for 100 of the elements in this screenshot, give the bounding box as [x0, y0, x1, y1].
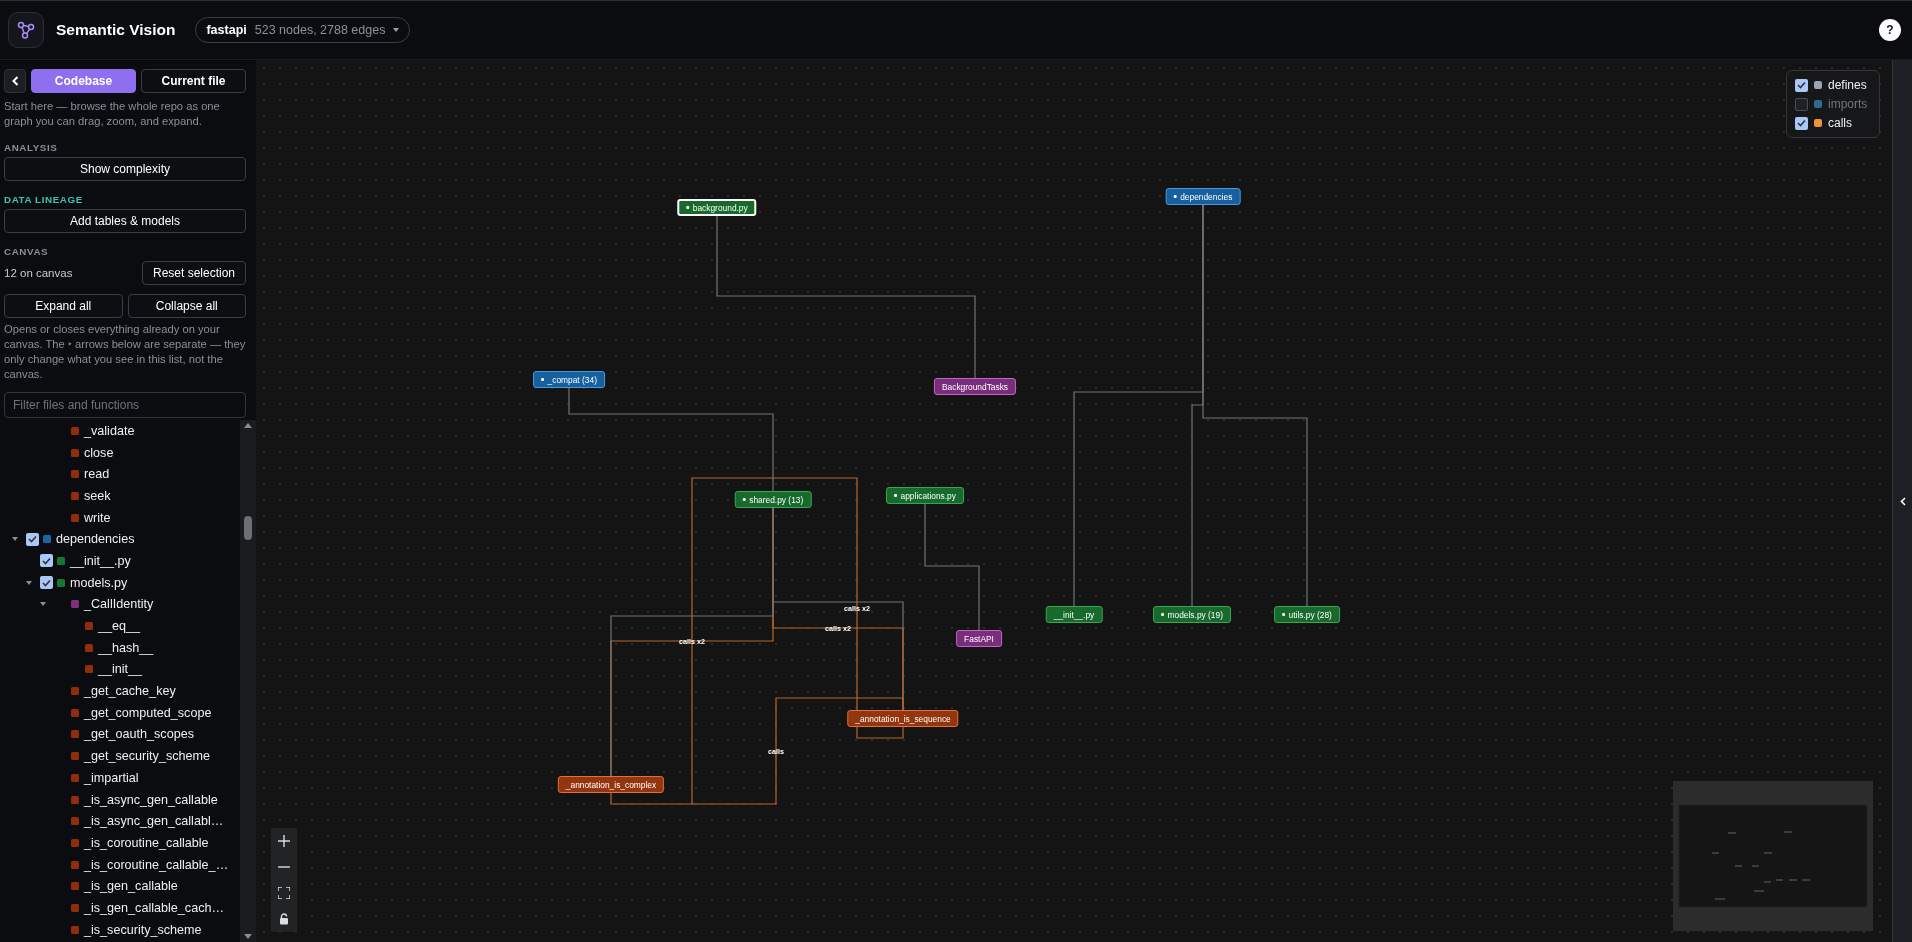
tree-item[interactable]: _is_async_gen_callabl… [84, 814, 224, 829]
tree-item[interactable]: _is_gen_callable [84, 879, 178, 894]
kind-icon [57, 556, 65, 565]
tree-item[interactable]: _is_async_gen_callable [84, 792, 218, 807]
tree-item[interactable]: read [84, 467, 110, 482]
tree-item[interactable]: close [84, 445, 114, 460]
kind-icon [71, 903, 79, 912]
tree-item[interactable]: _CallIdentity [84, 597, 154, 612]
caret-icon[interactable] [26, 579, 32, 586]
kind-icon [71, 600, 79, 609]
intro-text: Start here — browse the whole repo as one graph you can drag, zoom, and expand. [4, 99, 221, 129]
checkbox[interactable] [40, 576, 53, 590]
chevron-left-icon [11, 76, 19, 86]
lock-button[interactable] [271, 906, 297, 932]
tree-item[interactable]: _is_coroutine_callable_… [84, 857, 229, 872]
checkbox[interactable] [1795, 78, 1808, 92]
tree-item[interactable]: _is_security_scheme [84, 922, 202, 937]
tree-item[interactable]: _is_coroutine_callable [84, 835, 209, 850]
tree-item[interactable]: dependencies [56, 532, 135, 547]
tree-item[interactable]: models.py [70, 575, 128, 590]
help-button[interactable]: ? [1879, 19, 1901, 41]
collapse-all-button[interactable]: Collapse all [127, 294, 246, 318]
kind-icon [85, 665, 93, 674]
app-title: Semantic Vision [56, 21, 176, 39]
legend-label: imports [1828, 97, 1868, 111]
tree-item[interactable]: __hash__ [98, 640, 154, 655]
collapse-sidebar-button[interactable] [4, 69, 26, 93]
graph-icon [17, 21, 35, 39]
kind-icon [71, 925, 79, 934]
view-tab[interactable]: Codebase [31, 69, 136, 93]
section-heading: CANVAS [4, 246, 50, 257]
kind-icon [71, 730, 79, 739]
kind-icon [85, 643, 93, 652]
kind-icon [71, 687, 79, 696]
tree-item[interactable]: _get_oauth_scopes [84, 727, 194, 742]
legend-label: defines [1828, 78, 1867, 92]
kind-icon [71, 752, 79, 761]
kind-icon [71, 708, 79, 717]
tree-item[interactable]: _get_cache_key [84, 684, 176, 699]
view-tab[interactable]: Current file [141, 69, 246, 93]
expand-panel-button[interactable] [1899, 496, 1906, 506]
kind-icon [71, 491, 79, 500]
reset-selection-button[interactable]: Reset selection [142, 261, 246, 285]
checkbox[interactable] [1795, 116, 1808, 130]
checkbox[interactable] [40, 554, 53, 568]
plus-icon [278, 835, 290, 847]
tree-item[interactable]: __eq__ [98, 619, 141, 634]
graph-node[interactable]: shared.py (13) [734, 491, 812, 508]
scrollbar-thumb[interactable] [244, 516, 252, 540]
graph-node[interactable]: BackgroundTasks [933, 378, 1017, 395]
up-arrow-icon [244, 423, 252, 428]
tree-item[interactable]: _impartial [84, 770, 139, 785]
caret-icon[interactable] [40, 601, 46, 608]
lock-icon [278, 913, 290, 925]
caret-icon [393, 28, 400, 32]
graph-node[interactable]: background.py [677, 199, 757, 216]
checkbox[interactable] [26, 532, 39, 546]
kind-icon [71, 513, 79, 522]
filter-field[interactable]: Filter files and functions [4, 392, 246, 418]
add-tables-button[interactable]: Add tables & models [4, 209, 246, 233]
check-icon [42, 556, 51, 565]
chevron-left-icon [1899, 496, 1906, 506]
kind-icon [71, 773, 79, 782]
tree-item[interactable]: __init__.py [70, 553, 131, 568]
kind-icon [71, 470, 79, 479]
help-text: Opens or closes everything already on your canvas. The ‣ arrows below are separate — they only change what you see in this list, not the canvas. [4, 322, 246, 382]
graph-node[interactable]: __init__.py [1045, 606, 1103, 623]
tree-item[interactable]: _validate [84, 423, 135, 438]
kind-icon [43, 535, 51, 544]
graph-node[interactable]: utils.py (28) [1274, 606, 1340, 623]
section-heading: DATA LINEAGE [4, 194, 84, 205]
kind-icon [85, 622, 93, 631]
tree-item[interactable]: _get_computed_scope [84, 705, 212, 720]
check-icon [28, 535, 37, 544]
tree-item[interactable]: seek [84, 488, 111, 503]
graph-node[interactable]: _annotation_is_complex [557, 776, 665, 793]
kind-icon [71, 882, 79, 891]
graph-node[interactable]: applications.py [886, 487, 964, 504]
tree-item[interactable]: write [84, 510, 111, 525]
tree-item[interactable]: _is_gen_callable_cach… [84, 900, 225, 915]
expand-all-button[interactable]: Expand all [4, 294, 123, 318]
scrollbar[interactable] [240, 420, 256, 942]
zoom-in-button[interactable] [271, 828, 297, 854]
kind-icon [57, 578, 65, 587]
graph-node[interactable]: _annotation_is_sequence [847, 710, 959, 727]
kind-icon [71, 426, 79, 435]
tree-item[interactable]: __init__ [98, 662, 143, 677]
tree-item[interactable]: _get_security_scheme [84, 749, 210, 764]
fit-view-icon [278, 887, 290, 899]
graph-node[interactable]: dependencies [1165, 188, 1241, 205]
graph-node[interactable]: FastAPI [956, 630, 1002, 647]
checkbox[interactable] [1795, 97, 1808, 111]
show-complexity-button[interactable]: Show complexity [4, 157, 246, 181]
canvas-count: 12 on canvas [4, 267, 74, 279]
graph-node[interactable]: models.py (19) [1153, 606, 1231, 623]
caret-icon[interactable] [12, 536, 18, 543]
check-icon [1797, 81, 1806, 89]
graph-node[interactable]: _compat (34) [533, 371, 605, 388]
down-arrow-icon [244, 934, 252, 939]
check-icon [1797, 119, 1806, 127]
